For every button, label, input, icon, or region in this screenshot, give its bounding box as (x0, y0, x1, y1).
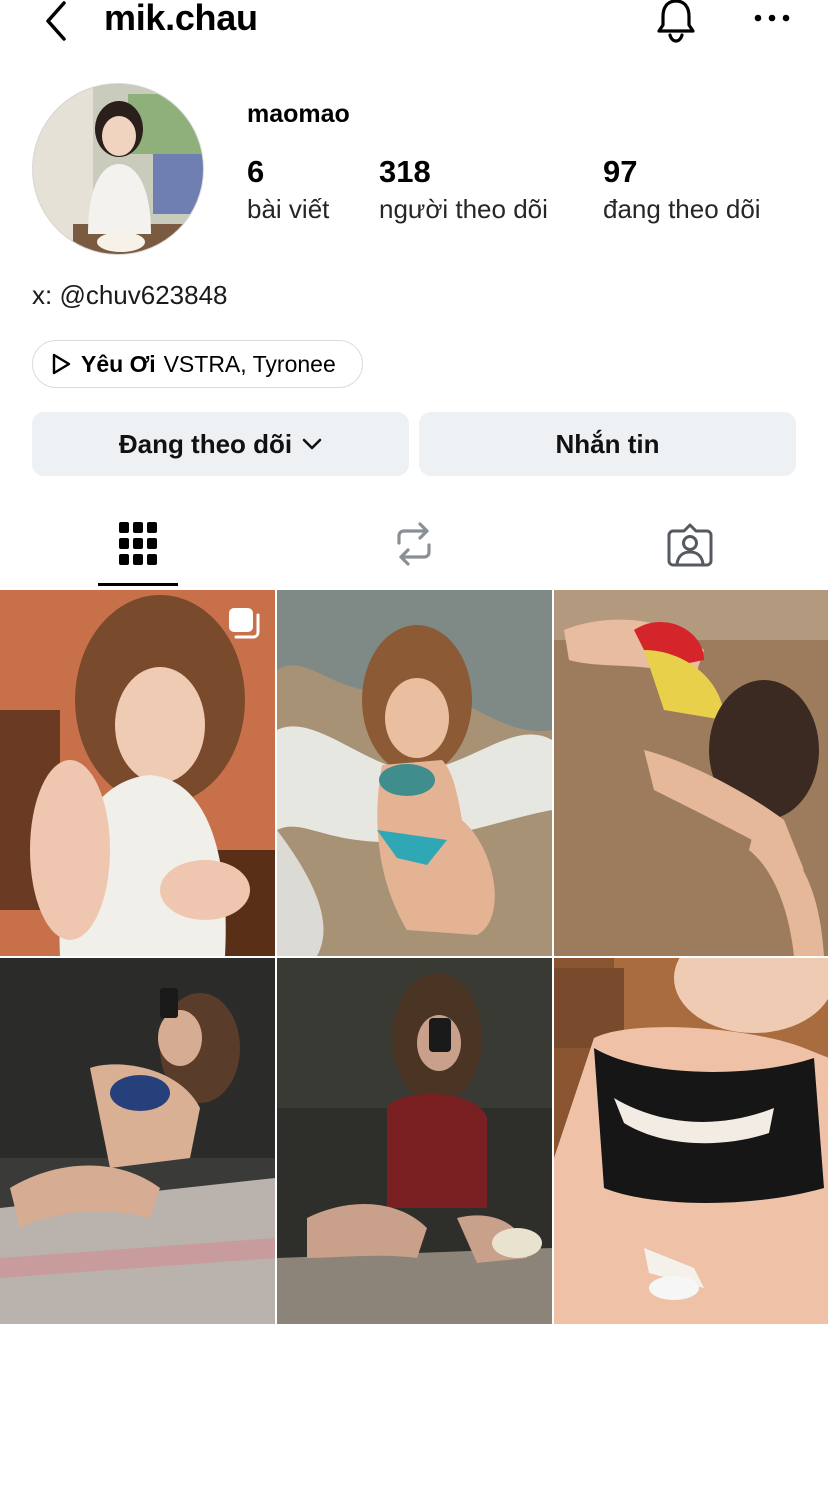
profile-music-pill[interactable]: Yêu Ơi VSTRA, Tyronee (32, 340, 363, 388)
bell-icon (657, 0, 695, 43)
stat-following-label: đang theo dõi (603, 194, 761, 224)
more-options-button[interactable] (750, 0, 794, 36)
message-button[interactable]: Nhắn tin (419, 412, 796, 476)
repost-icon (397, 522, 431, 566)
multiple-photos-icon (227, 606, 261, 645)
more-horizontal-icon (754, 14, 790, 22)
stat-followers-count: 318 (379, 154, 431, 189)
music-artists: VSTRA, Tyronee (163, 350, 336, 377)
tagged-person-icon (667, 523, 713, 567)
profile-avatar[interactable] (32, 83, 204, 255)
play-icon (51, 353, 71, 375)
tab-tagged[interactable] (552, 500, 828, 588)
stat-posts[interactable]: 6 bài viết (247, 152, 329, 226)
post-thumbnail[interactable] (277, 590, 552, 956)
post-image (277, 958, 552, 1324)
post-thumbnail[interactable] (0, 590, 275, 956)
stat-following-count: 97 (603, 154, 638, 189)
top-bar: mik.chau (0, 0, 828, 48)
post-thumbnail[interactable] (554, 958, 828, 1324)
post-image (277, 590, 552, 956)
following-button[interactable]: Đang theo dõi (32, 412, 409, 476)
profile-tabs (0, 500, 828, 588)
stat-followers-label: người theo dõi (379, 194, 548, 224)
message-button-label: Nhắn tin (555, 428, 660, 459)
post-thumbnail[interactable] (554, 590, 828, 956)
music-song-title: Yêu Ơi (81, 350, 156, 377)
post-image (554, 590, 828, 956)
stat-following[interactable]: 97 đang theo dõi (603, 152, 761, 226)
post-thumbnail[interactable] (0, 958, 275, 1324)
stat-posts-label: bài viết (247, 194, 330, 224)
active-tab-indicator (98, 583, 178, 586)
chevron-down-icon (302, 437, 322, 451)
chevron-left-icon (46, 1, 66, 41)
tab-reposts[interactable] (276, 500, 552, 588)
back-button[interactable] (36, 0, 76, 42)
post-image (554, 958, 828, 1324)
stat-followers[interactable]: 318 người theo dõi (379, 152, 548, 226)
stat-posts-count: 6 (247, 154, 265, 189)
profile-display-name: maomao (247, 100, 350, 128)
tab-posts[interactable] (0, 500, 276, 588)
profile-bio: x: @chuv623848 (32, 280, 228, 310)
post-image (0, 958, 275, 1324)
profile-username: mik.chau (104, 0, 258, 38)
notifications-button[interactable] (652, 0, 700, 44)
grid-icon (119, 522, 157, 565)
following-button-label: Đang theo dõi (118, 428, 293, 459)
post-thumbnail[interactable] (277, 958, 552, 1324)
avatar-image (33, 84, 203, 254)
